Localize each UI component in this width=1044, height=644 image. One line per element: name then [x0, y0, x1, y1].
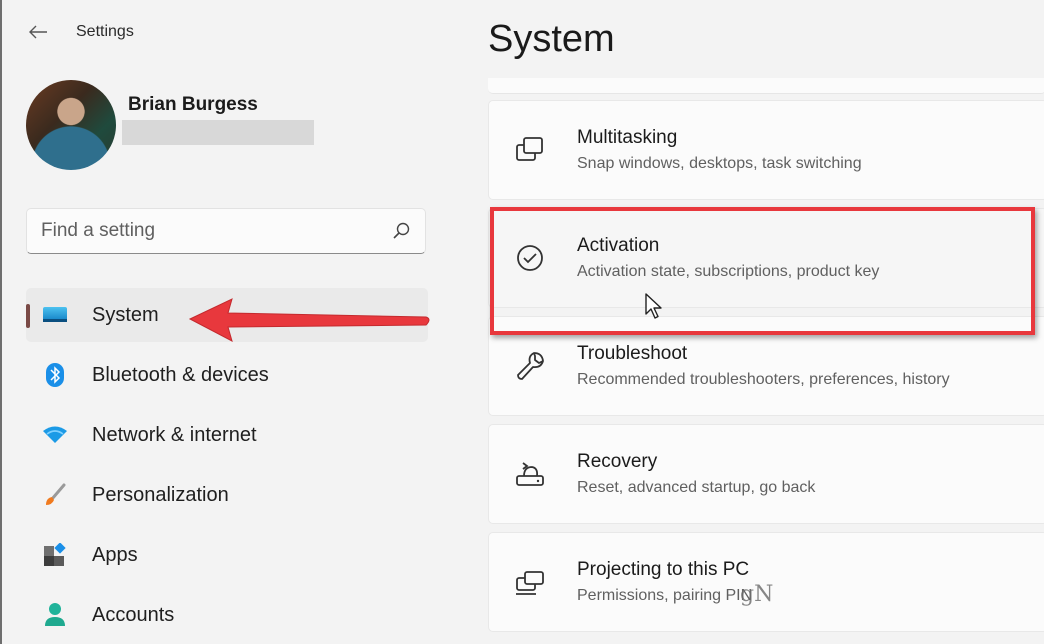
card-partial — [488, 78, 1044, 94]
wifi-icon — [42, 422, 68, 448]
card-activation[interactable]: Activation Activation state, subscriptio… — [488, 208, 1044, 308]
watermark-logo: gN — [740, 582, 774, 607]
sidebar-item-label: Network & internet — [92, 423, 257, 446]
card-recovery[interactable]: Recovery Reset, advanced startup, go bac… — [488, 424, 1044, 524]
recovery-icon — [513, 457, 547, 491]
card-title: Troubleshoot — [577, 343, 688, 364]
sidebar-item-network[interactable]: Network & internet — [26, 408, 428, 462]
card-multitasking[interactable]: Multitasking Snap windows, desktops, tas… — [488, 100, 1044, 200]
arrow-left-icon — [29, 25, 47, 39]
sidebar: Settings Brian Burgess System Bluetooth … — [2, 0, 452, 644]
card-description: Reset, advanced startup, go back — [577, 479, 816, 496]
profile-email-redacted — [122, 119, 314, 145]
sidebar-item-label: System — [92, 303, 159, 326]
monitor-icon — [42, 302, 68, 328]
sidebar-item-apps[interactable]: Apps — [26, 528, 428, 582]
apps-icon — [42, 542, 68, 568]
sidebar-item-bluetooth[interactable]: Bluetooth & devices — [26, 348, 428, 402]
search-icon[interactable] — [391, 221, 411, 241]
user-profile[interactable]: Brian Burgess — [26, 80, 314, 170]
wrench-icon — [513, 349, 547, 383]
sidebar-item-label: Apps — [92, 543, 138, 566]
multitasking-icon — [513, 133, 547, 167]
card-title: Recovery — [577, 451, 658, 472]
card-description: Recommended troubleshooters, preferences… — [577, 371, 950, 388]
card-description: Activation state, subscriptions, product… — [577, 263, 880, 280]
sidebar-item-label: Bluetooth & devices — [92, 363, 269, 386]
bluetooth-icon — [42, 362, 68, 388]
search-input[interactable] — [41, 220, 391, 242]
sidebar-item-label: Personalization — [92, 483, 229, 506]
active-indicator — [26, 304, 30, 328]
back-button[interactable] — [26, 20, 50, 44]
main-content: System Multitasking Snap windows, deskto… — [488, 0, 1044, 644]
title-bar: Settings — [26, 20, 134, 44]
card-title: Projecting to this PC — [577, 559, 750, 580]
sidebar-nav: System Bluetooth & devices Network & int… — [26, 288, 428, 644]
brush-icon — [42, 482, 68, 508]
sidebar-item-personalization[interactable]: Personalization — [26, 468, 428, 522]
settings-list: Multitasking Snap windows, desktops, tas… — [488, 100, 1044, 640]
card-troubleshoot[interactable]: Troubleshoot Recommended troubleshooters… — [488, 316, 1044, 416]
card-description: Snap windows, desktops, task switching — [577, 155, 862, 172]
projecting-icon — [513, 565, 547, 599]
person-icon — [42, 602, 68, 628]
card-title: Activation — [577, 235, 660, 256]
profile-name: Brian Burgess — [128, 93, 258, 115]
avatar[interactable] — [26, 80, 116, 170]
page-title: System — [488, 18, 615, 60]
sidebar-item-accounts[interactable]: Accounts — [26, 588, 428, 642]
search-box[interactable] — [26, 208, 426, 254]
app-title: Settings — [76, 23, 134, 40]
check-circle-icon — [513, 241, 547, 275]
sidebar-item-label: Accounts — [92, 603, 175, 626]
card-description: Permissions, pairing PIN — [577, 587, 753, 604]
card-title: Multitasking — [577, 127, 678, 148]
sidebar-item-system[interactable]: System — [26, 288, 428, 342]
